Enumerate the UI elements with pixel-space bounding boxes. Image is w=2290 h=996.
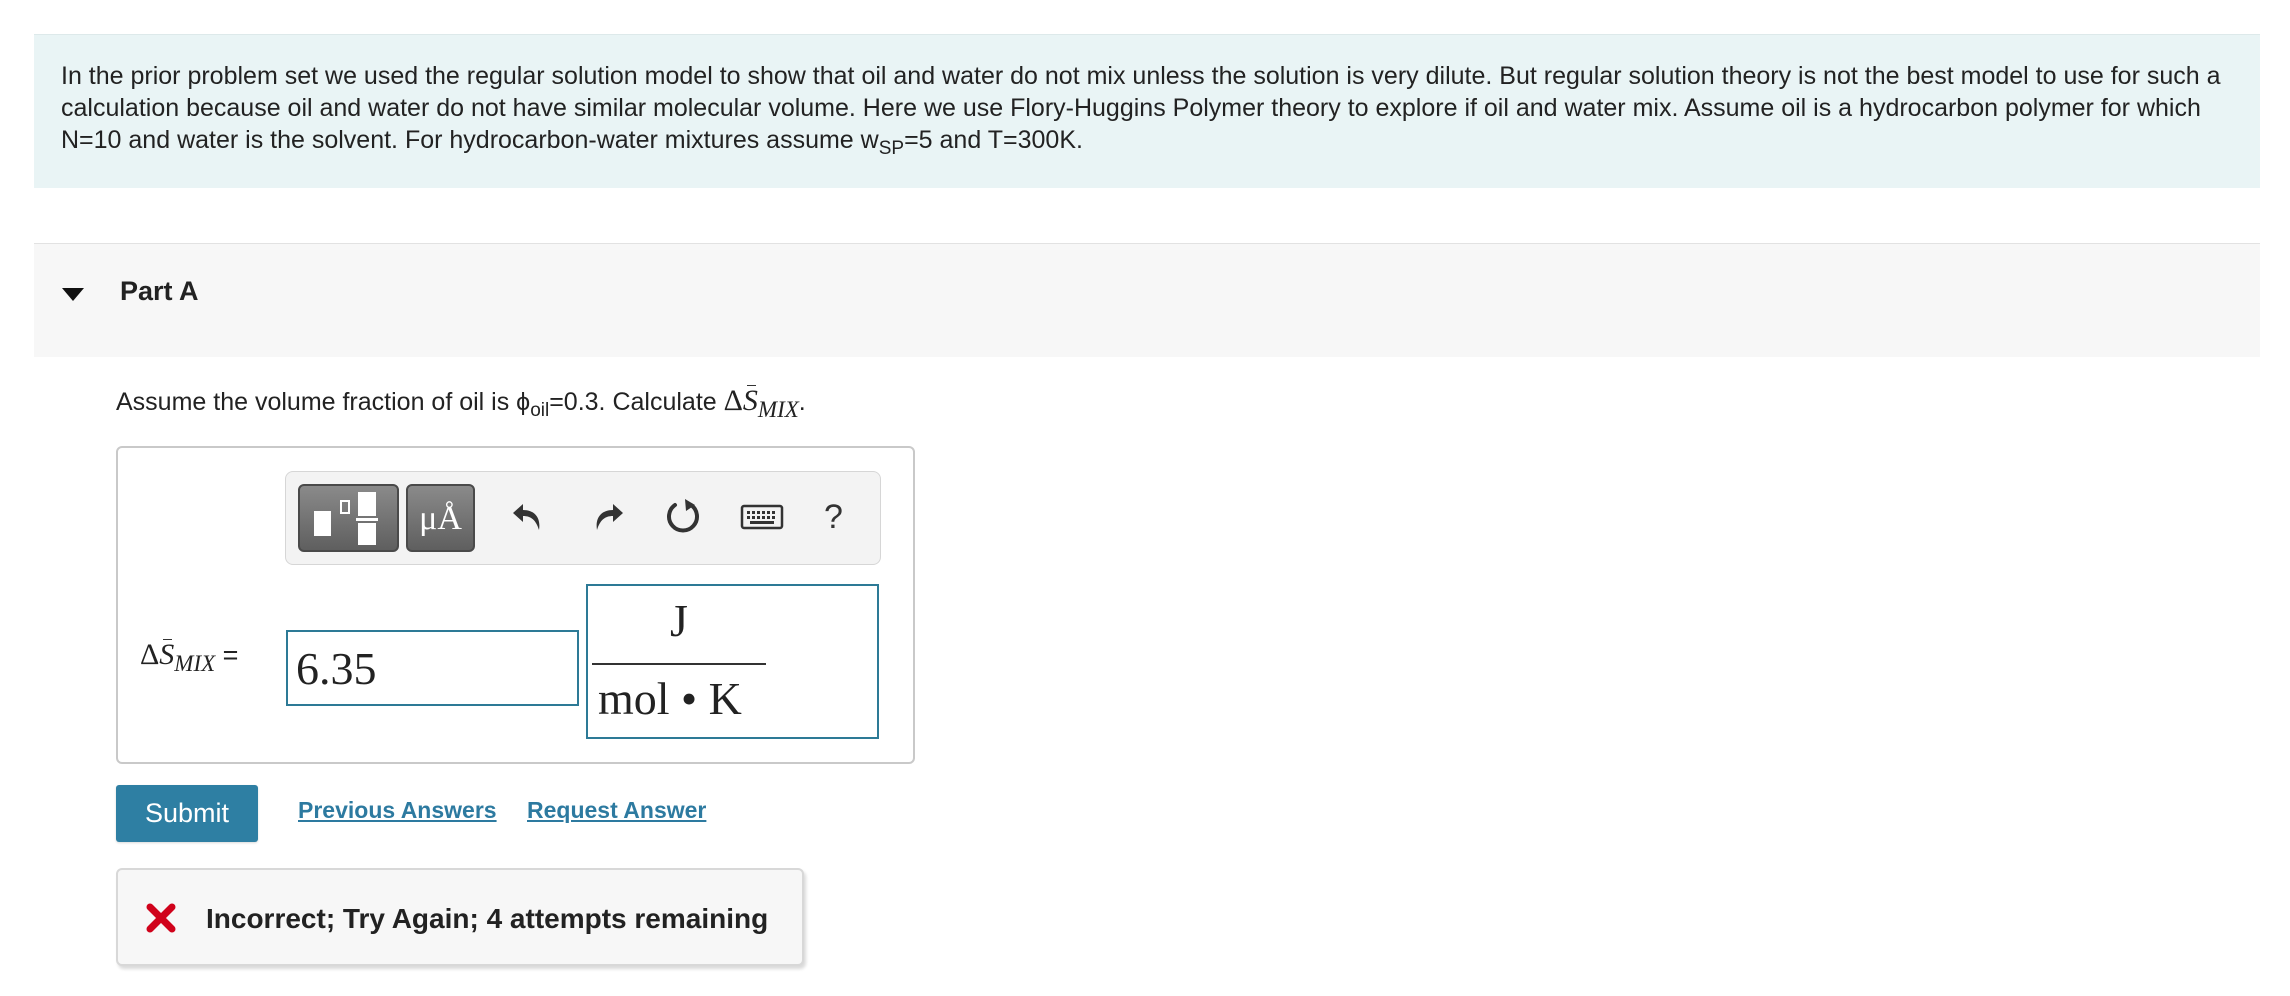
unit-input[interactable]: J mol • K [586, 584, 879, 739]
equals-sign: = [215, 640, 239, 670]
question-middle: =0.3. Calculate [549, 388, 724, 416]
fraction-bar [592, 663, 766, 665]
incorrect-x-icon [146, 903, 176, 933]
part-title: Part A [120, 276, 199, 306]
problem-statement: In the prior problem set we used the reg… [34, 34, 2260, 188]
feedback-text: Incorrect; Try Again; 4 attempts remaini… [206, 903, 769, 934]
question-prefix: Assume the volume fraction of oil is ϕ [116, 388, 531, 416]
answer-value-input[interactable] [286, 630, 579, 706]
question-end: . [798, 388, 806, 416]
answer-label: ΔSMIX = [140, 638, 239, 676]
answer-box: μÅ ? ΔSMIX = J mol • K [116, 446, 915, 764]
submit-button[interactable]: Submit [116, 785, 258, 842]
units-button[interactable]: μÅ [406, 484, 475, 552]
redo-icon[interactable] [587, 496, 627, 536]
feedback-message: Incorrect; Try Again; 4 attempts remaini… [116, 868, 804, 966]
math-toolbar: μÅ ? [285, 471, 881, 565]
unit-denominator: mol • K [598, 673, 742, 724]
question-math-variable: ΔSMIX [723, 384, 799, 422]
reset-icon[interactable] [663, 496, 703, 536]
templates-button[interactable] [298, 484, 399, 552]
problem-subscript-sp: SP [878, 138, 905, 159]
part-header[interactable]: Part A [34, 243, 2260, 357]
units-icon: μÅ [419, 500, 462, 537]
answer-math-variable: ΔSMIX [140, 638, 216, 676]
collapse-caret-icon[interactable] [62, 288, 84, 301]
question-subscript-oil: oil [530, 400, 550, 421]
question-text: Assume the volume fraction of oil is ϕoi… [116, 384, 806, 422]
previous-answers-link[interactable]: Previous Answers [298, 797, 497, 824]
problem-text: In the prior problem set we used the reg… [61, 62, 2221, 154]
keyboard-icon[interactable] [739, 496, 785, 536]
help-icon[interactable]: ? [824, 498, 843, 537]
problem-text-end: =5 and T=300K. [904, 126, 1083, 154]
request-answer-link[interactable]: Request Answer [527, 797, 706, 824]
undo-icon[interactable] [509, 496, 549, 536]
unit-numerator: J [670, 595, 688, 646]
